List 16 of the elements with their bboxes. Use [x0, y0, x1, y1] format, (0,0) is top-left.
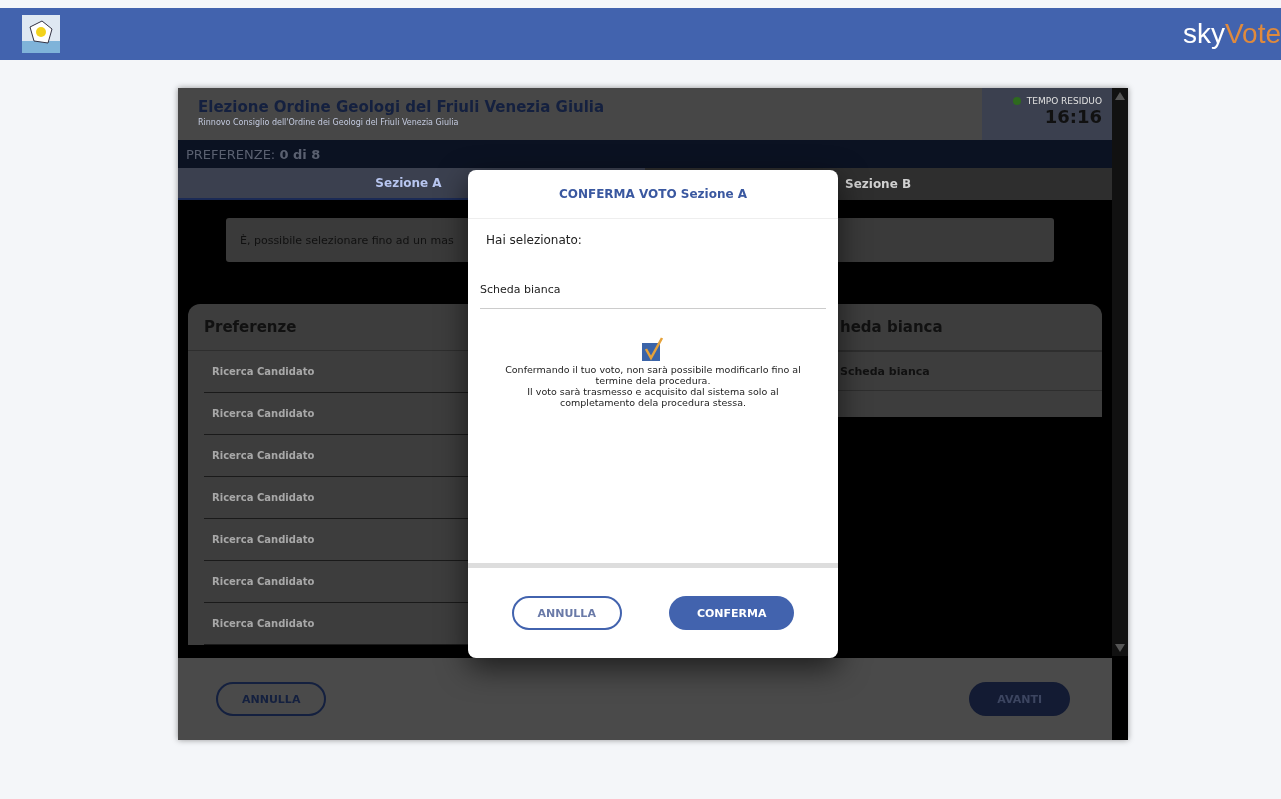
dialog-title: CONFERMA VOTO Sezione A [468, 170, 838, 219]
down-arrow-icon[interactable] [1115, 644, 1125, 652]
region-map-logo-icon [22, 15, 60, 53]
timer-value: 16:16 [1044, 106, 1102, 127]
scrollbar[interactable] [1112, 88, 1128, 656]
dialog-lead: Hai selezionato: [485, 232, 583, 247]
cancel-button[interactable]: ANNULLA [511, 596, 622, 630]
election-subtitle: Rinnovo Consiglio dell'Ordine dei Geologi del Friuli Venezia Giulia [198, 118, 460, 127]
brand-logo: skyVote [1182, 18, 1281, 50]
selected-choice: Scheda bianca [480, 283, 826, 309]
ballot-check-icon [642, 337, 664, 361]
up-arrow-icon[interactable] [1115, 92, 1125, 100]
confirm-button[interactable]: CONFERMA [668, 596, 795, 630]
status-dot-icon [1012, 97, 1021, 105]
preferences-count: PREFERENZE: 0 di 8 [186, 146, 321, 162]
timer-label: TEMPO RESIDUO [1026, 96, 1102, 106]
